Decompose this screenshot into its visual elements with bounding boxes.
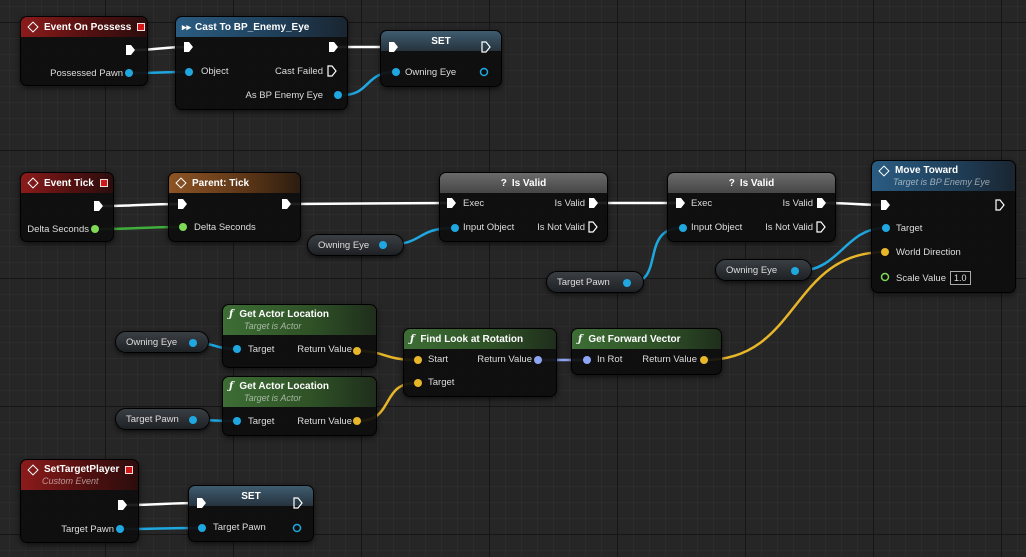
is-not-valid-pin-label: Is Not Valid bbox=[765, 222, 813, 233]
possessed-pawn-pin-label: Possessed Pawn bbox=[50, 68, 123, 79]
delta-seconds-pin-label: Delta Seconds bbox=[27, 224, 89, 235]
node-subtitle: Target is Actor bbox=[244, 393, 302, 403]
delegate-pin-icon[interactable] bbox=[137, 23, 146, 31]
cast-icon: ▸▸ bbox=[182, 21, 192, 32]
is-valid-node[interactable]: ? Is Valid Exec Input Object Is Valid Is … bbox=[439, 172, 608, 242]
owning-eye-pin-label: Owning Eye bbox=[405, 67, 457, 78]
delegate-pin-icon[interactable] bbox=[125, 465, 134, 474]
set-owning-eye-node[interactable]: SET Owning Eye bbox=[380, 30, 502, 87]
get-forward-vector-node[interactable]: ƒ Get Forward Vector In Rot Return Value bbox=[571, 328, 722, 375]
is-valid-node[interactable]: ? Is Valid Exec Input Object Is Valid Is … bbox=[667, 172, 836, 242]
object-pin-label: Object bbox=[201, 66, 229, 77]
event-on-possess-node[interactable]: Event On Possess Possessed Pawn bbox=[20, 16, 148, 86]
return-value-pin-label: Return Value bbox=[642, 354, 697, 365]
is-valid-pin-label: Is Valid bbox=[782, 198, 813, 209]
function-override-icon bbox=[175, 177, 187, 189]
cast-to-node[interactable]: ▸▸ Cast To BP_Enemy_Eye Object Cast Faile… bbox=[175, 16, 348, 110]
node-subtitle: Target is Actor bbox=[244, 321, 302, 331]
function-icon: ƒ bbox=[229, 381, 234, 392]
return-value-pin-label: Return Value bbox=[477, 354, 532, 365]
is-not-valid-pin-label: Is Not Valid bbox=[537, 222, 585, 233]
set-target-pawn-node[interactable]: SET Target Pawn bbox=[188, 485, 314, 542]
move-toward-node[interactable]: Move Toward Target is BP Enemy Eye Targe… bbox=[871, 160, 1016, 293]
set-target-player-event-node[interactable]: SetTargetPlayer Custom Event Target Pawn bbox=[20, 459, 139, 543]
cast-failed-pin-label: Cast Failed bbox=[274, 66, 323, 77]
event-icon bbox=[27, 177, 39, 189]
target-pawn-pin-label: Target Pawn bbox=[61, 524, 114, 535]
event-icon bbox=[27, 21, 39, 33]
delta-seconds-pin-label: Delta Seconds bbox=[194, 222, 256, 233]
macro-question-icon: ? bbox=[728, 177, 735, 189]
parent-tick-node[interactable]: Parent: Tick Delta Seconds bbox=[168, 172, 301, 242]
find-look-at-rotation-node[interactable]: ƒ Find Look at Rotation Start Target Retu… bbox=[403, 328, 557, 397]
macro-question-icon: ? bbox=[500, 177, 507, 189]
owning-eye-getter[interactable]: Owning Eye bbox=[715, 259, 812, 281]
target-pin-label: Target bbox=[428, 377, 455, 388]
input-object-pin-label: Input Object bbox=[463, 222, 515, 233]
get-actor-location-node[interactable]: ƒ Get Actor Location Target is Actor Targ… bbox=[222, 376, 377, 436]
exec-wire bbox=[290, 201, 452, 206]
function-icon: ƒ bbox=[229, 309, 234, 320]
delegate-pin-icon[interactable] bbox=[99, 179, 108, 187]
target-pin-label: Target bbox=[248, 416, 275, 427]
function-icon: ƒ bbox=[410, 333, 415, 345]
target-pin-label: Target bbox=[896, 223, 923, 234]
target-pin-label: Target bbox=[248, 344, 275, 355]
target-pawn-getter[interactable]: Target Pawn bbox=[546, 271, 644, 293]
target-pawn-pin-label: Target Pawn bbox=[213, 522, 266, 533]
is-valid-pin-label: Is Valid bbox=[554, 198, 585, 209]
world-direction-pin-label: World Direction bbox=[896, 247, 961, 258]
scale-value-pin: Scale Value 1.0 bbox=[896, 271, 971, 285]
scale-value-input[interactable]: 1.0 bbox=[950, 271, 971, 285]
owning-eye-getter[interactable]: Owning Eye bbox=[115, 331, 209, 353]
exec-pin-label: Exec bbox=[463, 198, 485, 209]
start-pin-label: Start bbox=[428, 354, 449, 365]
return-value-pin-label: Return Value bbox=[297, 344, 352, 355]
function-icon: ƒ bbox=[578, 333, 583, 345]
node-subtitle: Custom Event bbox=[42, 476, 99, 486]
in-rot-pin-label: In Rot bbox=[597, 354, 623, 365]
get-actor-location-node[interactable]: ƒ Get Actor Location Target is Actor Targ… bbox=[222, 304, 377, 368]
target-pawn-getter[interactable]: Target Pawn bbox=[115, 408, 210, 430]
input-object-pin-label: Input Object bbox=[691, 222, 743, 233]
event-tick-node[interactable]: Event Tick Delta Seconds bbox=[20, 172, 114, 242]
owning-eye-getter[interactable]: Owning Eye bbox=[307, 234, 404, 256]
event-icon bbox=[27, 463, 39, 476]
as-bp-enemy-eye-pin-label: As BP Enemy Eye bbox=[245, 90, 323, 101]
exec-pin-label: Exec bbox=[691, 198, 713, 209]
return-value-pin-label: Return Value bbox=[297, 416, 352, 427]
node-subtitle: Target is BP Enemy Eye bbox=[893, 177, 990, 187]
function-icon bbox=[878, 164, 890, 177]
